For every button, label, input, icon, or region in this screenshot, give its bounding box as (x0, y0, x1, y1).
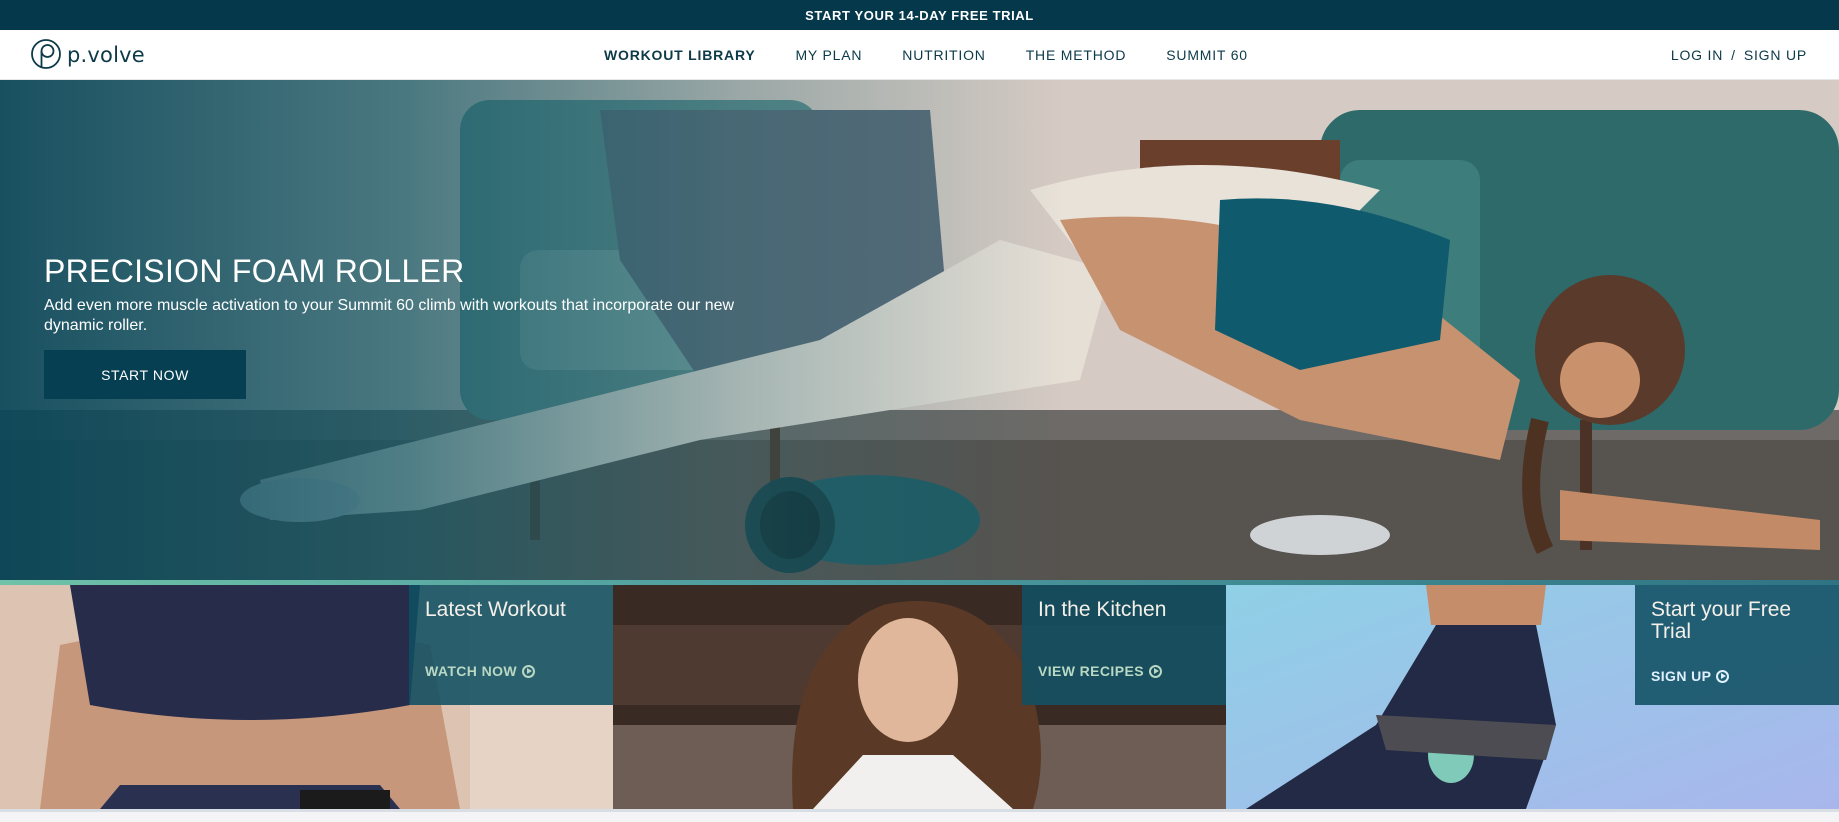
latest-workout-title: Latest Workout (425, 598, 566, 621)
hero-banner: PRECISION FOAM ROLLER Add even more musc… (0, 80, 1839, 580)
free-trial-title: Start your Free Trial (1651, 598, 1792, 643)
logo[interactable]: p.volve (30, 38, 145, 72)
view-recipes-label: VIEW RECIPES (1038, 663, 1144, 679)
tile-free-trial[interactable]: Start your Free Trial SIGN UP (1226, 585, 1839, 809)
login-link[interactable]: LOG IN (1671, 47, 1723, 63)
main-nav: WORKOUT LIBRARY MY PLAN NUTRITION THE ME… (604, 30, 1288, 80)
view-recipes-link[interactable]: VIEW RECIPES (1038, 663, 1162, 679)
play-circle-icon (1148, 664, 1162, 678)
tile-latest-workout[interactable]: Latest Workout WATCH NOW (0, 585, 613, 809)
hero-title: PRECISION FOAM ROLLER (44, 253, 465, 289)
tile-in-the-kitchen[interactable]: In the Kitchen VIEW RECIPES (613, 585, 1226, 809)
sign-up-label: SIGN UP (1651, 668, 1712, 684)
watch-now-link[interactable]: WATCH NOW (425, 663, 535, 679)
play-circle-icon (1716, 669, 1730, 683)
watch-now-label: WATCH NOW (425, 663, 517, 679)
latest-workout-panel: Latest Workout WATCH NOW (409, 585, 613, 705)
bottom-strip (0, 809, 1839, 822)
nav-workout-library[interactable]: WORKOUT LIBRARY (604, 47, 755, 63)
nav-my-plan[interactable]: MY PLAN (795, 47, 862, 63)
nav-nutrition[interactable]: NUTRITION (902, 47, 985, 63)
play-circle-icon (522, 664, 535, 678)
nav-summit-60[interactable]: SUMMIT 60 (1166, 47, 1248, 63)
feature-tiles: Latest Workout WATCH NOW In the Kitchen … (0, 585, 1839, 809)
nav-the-method[interactable]: THE METHOD (1026, 47, 1127, 63)
hero-content: PRECISION FOAM ROLLER Add even more musc… (44, 252, 804, 399)
in-the-kitchen-panel: In the Kitchen VIEW RECIPES (1022, 585, 1226, 705)
in-the-kitchen-title: In the Kitchen (1038, 598, 1167, 621)
sign-up-link[interactable]: SIGN UP (1651, 668, 1730, 684)
site-header: p.volve WORKOUT LIBRARY MY PLAN NUTRITIO… (0, 30, 1839, 80)
promo-text: START YOUR 14-DAY FREE TRIAL (805, 7, 1034, 23)
account-separator: / (1731, 47, 1736, 63)
start-now-button[interactable]: START NOW (44, 350, 246, 399)
promo-banner[interactable]: START YOUR 14-DAY FREE TRIAL (0, 0, 1839, 30)
account-links: LOG IN / SIGN UP (1671, 30, 1807, 80)
hero-description: Add even more muscle activation to your … (44, 297, 735, 334)
free-trial-panel: Start your Free Trial SIGN UP (1635, 585, 1839, 705)
logo-text: p.volve (67, 43, 145, 67)
signup-link[interactable]: SIGN UP (1744, 47, 1807, 63)
pvolve-logo-icon (31, 39, 61, 69)
